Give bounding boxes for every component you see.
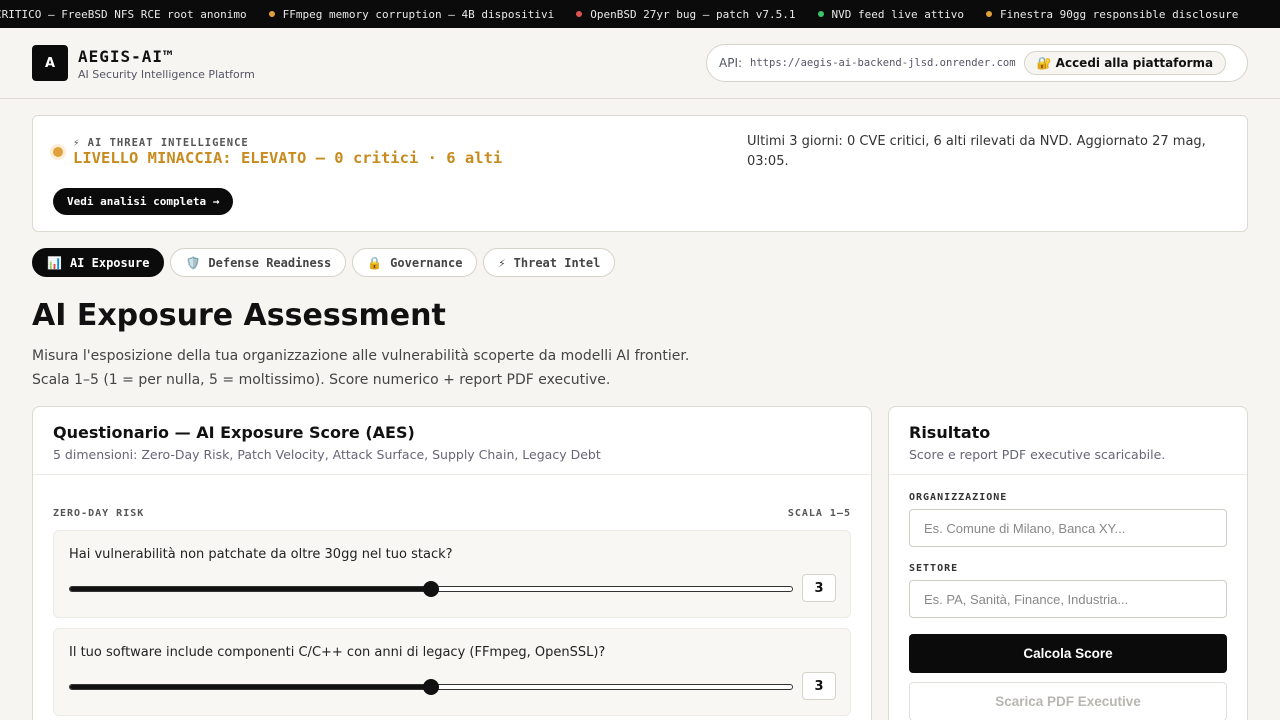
lightning-icon: ⚡: [498, 255, 506, 270]
question-item: Hai vulnerabilità non patchate da oltre …: [53, 530, 851, 618]
tab-label: Governance: [390, 255, 463, 270]
api-status-box: API: https://aegis-ai-backend-jlsd.onren…: [706, 44, 1248, 82]
news-ticker: CRITICO — FreeBSD NFS RCE root anonimo F…: [0, 0, 1280, 28]
score-slider[interactable]: [69, 581, 793, 597]
tab-threat-intel[interactable]: ⚡ Threat Intel: [483, 248, 616, 277]
tab-defense-readiness[interactable]: 🛡️ Defense Readiness: [170, 248, 347, 277]
brand-name: AEGIS-AI™: [78, 47, 174, 66]
tab-label: AI Exposure: [69, 255, 150, 270]
question-text: Hai vulnerabilità non patchate da oltre …: [69, 547, 453, 562]
status-dot-icon: [985, 11, 992, 17]
questionnaire-card: Questionario — AI Exposure Score (AES) 5…: [32, 406, 872, 720]
result-card: Risultato Score e report PDF executive s…: [888, 406, 1248, 720]
card-header: Questionario — AI Exposure Score (AES) 5…: [33, 407, 871, 475]
ticker-item: NVD feed live attivo: [817, 8, 964, 21]
question-item: Il tuo software include componenti C/C++…: [53, 628, 851, 716]
tab-ai-exposure[interactable]: 📊 AI Exposure: [32, 248, 165, 277]
ticker-item: OpenBSD 27yr bug — patch v7.5.1: [576, 8, 796, 21]
card-header: Risultato Score e report PDF executive s…: [889, 407, 1247, 475]
threat-level: LIVELLO MINACCIA: ELEVATO — 0 critici · …: [73, 149, 503, 167]
card-title: Risultato: [909, 423, 991, 442]
status-dot-icon: [268, 11, 275, 17]
brand-subtitle: AI Security Intelligence Platform: [78, 68, 255, 81]
download-pdf-button[interactable]: Scarica PDF Executive: [909, 682, 1227, 720]
api-label: API:: [719, 56, 743, 70]
shield-icon: 🛡️: [185, 255, 201, 270]
description-line: Misura l'esposizione della tua organizza…: [32, 348, 690, 364]
ticker-track: CRITICO — FreeBSD NFS RCE root anonimo F…: [0, 0, 1260, 28]
slider-fill: [70, 685, 431, 689]
card-subtitle: 5 dimensioni: Zero-Day Risk, Patch Veloc…: [53, 447, 601, 462]
calculate-score-button[interactable]: Calcola Score: [909, 634, 1227, 673]
page-title: AI Exposure Assessment: [32, 298, 446, 333]
score-slider[interactable]: [69, 679, 793, 695]
description-line: Scala 1–5 (1 = per nulla, 5 = moltissimo…: [32, 372, 611, 388]
api-url: https://aegis-ai-backend-jlsd.onrender.c…: [750, 57, 1016, 69]
slider-value: 3: [802, 672, 836, 700]
card-subtitle: Score e report PDF executive scaricabile…: [909, 447, 1166, 462]
scale-label: SCALA 1–5: [787, 508, 851, 519]
status-dot-icon: [817, 11, 824, 17]
threat-description: Ultimi 3 giorni: 0 CVE critici, 6 alti r…: [747, 134, 1206, 169]
threat-eyebrow: ⚡ AI THREAT INTELLIGENCE: [73, 137, 249, 149]
view-analysis-button[interactable]: Vedi analisi completa →: [53, 188, 234, 215]
login-button[interactable]: 🔐 Accedi alla piattaforma: [1023, 51, 1227, 75]
question-text: Il tuo software include componenti C/C++…: [69, 645, 606, 660]
section-tabs: 📊 AI Exposure 🛡️ Defense Readiness 🔒 Gov…: [32, 248, 621, 277]
tab-label: Defense Readiness: [208, 255, 332, 270]
slider-fill: [70, 587, 431, 591]
ticker-item: Finestra 90gg responsible disclosure: [985, 8, 1238, 21]
page-description: Misura l'esposizione della tua organizza…: [32, 344, 689, 392]
ticker-item: FFmpeg memory corruption — 4B dispositiv…: [268, 8, 554, 21]
organization-input[interactable]: [909, 509, 1227, 547]
slider-value: 3: [802, 574, 836, 602]
tab-governance[interactable]: 🔒 Governance: [352, 248, 478, 277]
ticker-item: CRITICO — FreeBSD NFS RCE root anonimo: [0, 7, 247, 21]
app-header: A AEGIS-AI™ AI Security Intelligence Pla…: [0, 28, 1280, 99]
sector-label: SETTORE: [909, 563, 959, 574]
status-dot-icon: [576, 11, 583, 17]
chart-icon: 📊: [47, 255, 62, 270]
sector-input[interactable]: [909, 580, 1227, 618]
slider-thumb[interactable]: [423, 679, 439, 695]
card-title: Questionario — AI Exposure Score (AES): [53, 423, 415, 442]
slider-thumb[interactable]: [423, 581, 439, 597]
logo[interactable]: A: [32, 45, 68, 81]
tab-label: Threat Intel: [513, 255, 601, 270]
threat-indicator-icon: [53, 147, 63, 157]
dimension-header: ZERO-DAY RISK SCALA 1–5: [53, 508, 851, 519]
organization-label: ORGANIZZAZIONE: [909, 492, 1008, 503]
lock-icon: 🔒: [367, 255, 383, 270]
dimension-title: ZERO-DAY RISK: [53, 508, 145, 519]
threat-level-card: ⚡ AI THREAT INTELLIGENCE LIVELLO MINACCI…: [32, 115, 1248, 232]
